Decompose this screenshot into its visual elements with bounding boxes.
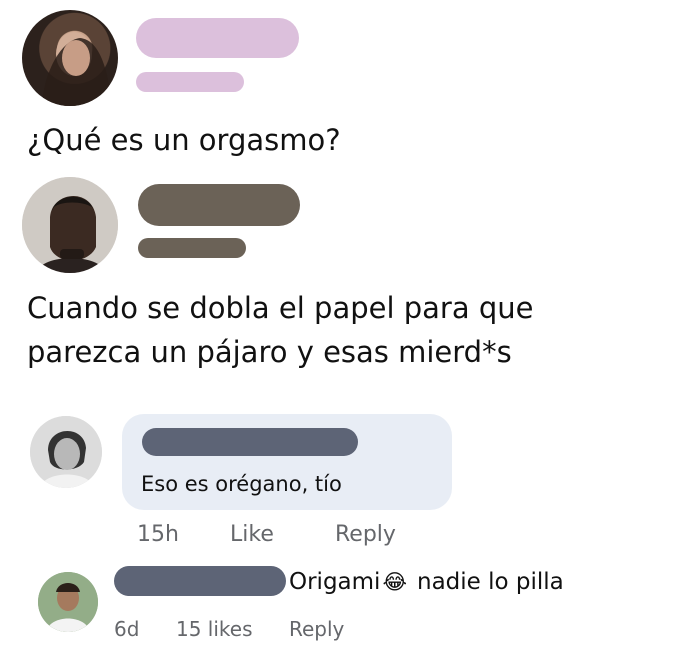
post-2-text-line-2: parezca un pájaro y esas mierd*s bbox=[27, 335, 512, 369]
redacted-author-name bbox=[136, 18, 299, 58]
avatar-photo-icon bbox=[38, 572, 98, 632]
comment-time[interactable]: 15h bbox=[137, 520, 179, 550]
avatar-photo-icon bbox=[42, 32, 112, 106]
avatar[interactable] bbox=[22, 10, 118, 106]
avatar[interactable] bbox=[38, 572, 98, 632]
post-2-text: Cuando se dobla el papel para que parezc… bbox=[27, 286, 533, 374]
avatar[interactable] bbox=[30, 416, 102, 488]
reply-button[interactable]: Reply bbox=[289, 616, 344, 642]
laughing-emoji-icon: 😂 bbox=[382, 570, 407, 594]
redacted-author-name bbox=[138, 184, 300, 226]
post-2-text-line-1: Cuando se dobla el papel para que bbox=[27, 291, 534, 325]
reply-button[interactable]: Reply bbox=[335, 520, 396, 550]
avatar-photo-icon bbox=[22, 177, 118, 273]
likes-count[interactable]: 15 likes bbox=[176, 616, 253, 642]
redacted-post-meta bbox=[136, 72, 244, 92]
avatar-photo-icon bbox=[30, 416, 102, 488]
comment-2-text-start: Origami bbox=[289, 569, 381, 595]
redacted-commenter-name[interactable] bbox=[114, 566, 286, 596]
comment-2-text-end: nadie lo pilla bbox=[417, 569, 564, 595]
redacted-commenter-name[interactable] bbox=[142, 428, 358, 456]
avatar[interactable] bbox=[22, 177, 118, 273]
like-button[interactable]: Like bbox=[230, 520, 274, 550]
comment-2-text: Origami😂 nadie lo pilla bbox=[289, 566, 564, 598]
comment-1-text: Eso es orégano, tío bbox=[141, 472, 342, 496]
post-1-text: ¿Qué es un orgasmo? bbox=[27, 123, 341, 157]
redacted-post-meta bbox=[138, 238, 246, 258]
comment-time[interactable]: 6d bbox=[114, 616, 139, 642]
